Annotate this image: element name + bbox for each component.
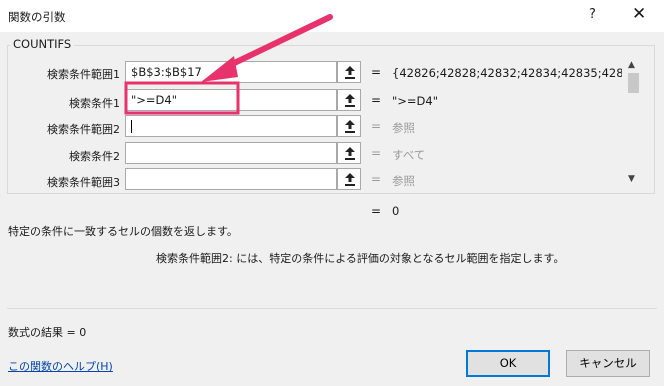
collapse-dialog-button[interactable] bbox=[337, 115, 361, 137]
criteria-range-2-input[interactable] bbox=[125, 115, 337, 137]
arg-result-2: ">=D4" bbox=[392, 94, 439, 108]
collapse-arrow-icon bbox=[345, 94, 355, 107]
collapse-arrow-icon bbox=[345, 147, 355, 160]
scroll-down-icon[interactable]: ▼ bbox=[628, 174, 635, 184]
arg-label-criteria-2: 検索条件2 bbox=[69, 150, 120, 163]
arg-label-criteria-1: 検索条件1 bbox=[69, 97, 120, 110]
arguments-scrollbar[interactable]: ▲ ▼ bbox=[625, 60, 642, 190]
ok-button[interactable]: OK bbox=[466, 350, 550, 377]
function-result-value: 0 bbox=[392, 204, 400, 218]
argument-description: 検索条件範囲2: には、特定の条件による評価の対象となるセル範囲を指定します。 bbox=[156, 252, 565, 265]
function-help-link[interactable]: この関数のヘルプ(H) bbox=[8, 358, 113, 374]
divider bbox=[7, 308, 657, 309]
criteria-range-3-input[interactable] bbox=[125, 168, 337, 190]
formula-result: 数式の結果 = 0 bbox=[8, 326, 87, 339]
cancel-button[interactable]: キャンセル bbox=[566, 350, 650, 377]
function-name: COUNTIFS bbox=[10, 37, 75, 51]
arg-result-3: 参照 bbox=[392, 121, 415, 135]
equals-sign: = bbox=[371, 146, 382, 160]
collapse-arrow-icon bbox=[345, 173, 355, 186]
criteria-range-1-input[interactable]: $B$3:$B$17 bbox=[125, 61, 337, 83]
arg-result-1: {42826;42828;42832;42834;42835;42836 bbox=[392, 66, 622, 80]
text-cursor bbox=[131, 120, 132, 133]
dialog-title: 関数の引数 bbox=[8, 10, 66, 24]
collapse-arrow-icon bbox=[345, 66, 355, 79]
arg-result-5: 参照 bbox=[392, 174, 415, 188]
function-description: 特定の条件に一致するセルの個数を返します。 bbox=[8, 225, 238, 238]
arg-label-criteria-range-3: 検索条件範囲3 bbox=[47, 176, 120, 189]
arg-label-criteria-range-1: 検索条件範囲1 bbox=[47, 68, 120, 81]
criteria-1-input[interactable]: ">=D4" bbox=[125, 89, 337, 111]
collapse-dialog-button[interactable] bbox=[337, 89, 361, 111]
collapse-dialog-button[interactable] bbox=[337, 168, 361, 190]
collapse-dialog-button[interactable] bbox=[337, 142, 361, 164]
collapse-dialog-button[interactable] bbox=[337, 61, 361, 83]
help-icon[interactable]: ? bbox=[589, 7, 596, 22]
equals-sign: = bbox=[371, 93, 382, 107]
collapse-arrow-icon bbox=[345, 120, 355, 133]
close-icon[interactable]: ✕ bbox=[632, 4, 646, 24]
equals-sign: = bbox=[371, 65, 382, 79]
arg-result-4: すべて bbox=[392, 148, 426, 162]
criteria-2-input[interactable] bbox=[125, 142, 337, 164]
equals-sign: = bbox=[371, 204, 382, 218]
scroll-thumb[interactable] bbox=[628, 73, 639, 93]
scroll-up-icon[interactable]: ▲ bbox=[628, 60, 635, 70]
equals-sign: = bbox=[371, 172, 382, 186]
title-bar: 関数の引数 ? ✕ bbox=[0, 0, 664, 32]
arg-label-criteria-range-2: 検索条件範囲2 bbox=[47, 123, 120, 136]
equals-sign: = bbox=[371, 119, 382, 133]
